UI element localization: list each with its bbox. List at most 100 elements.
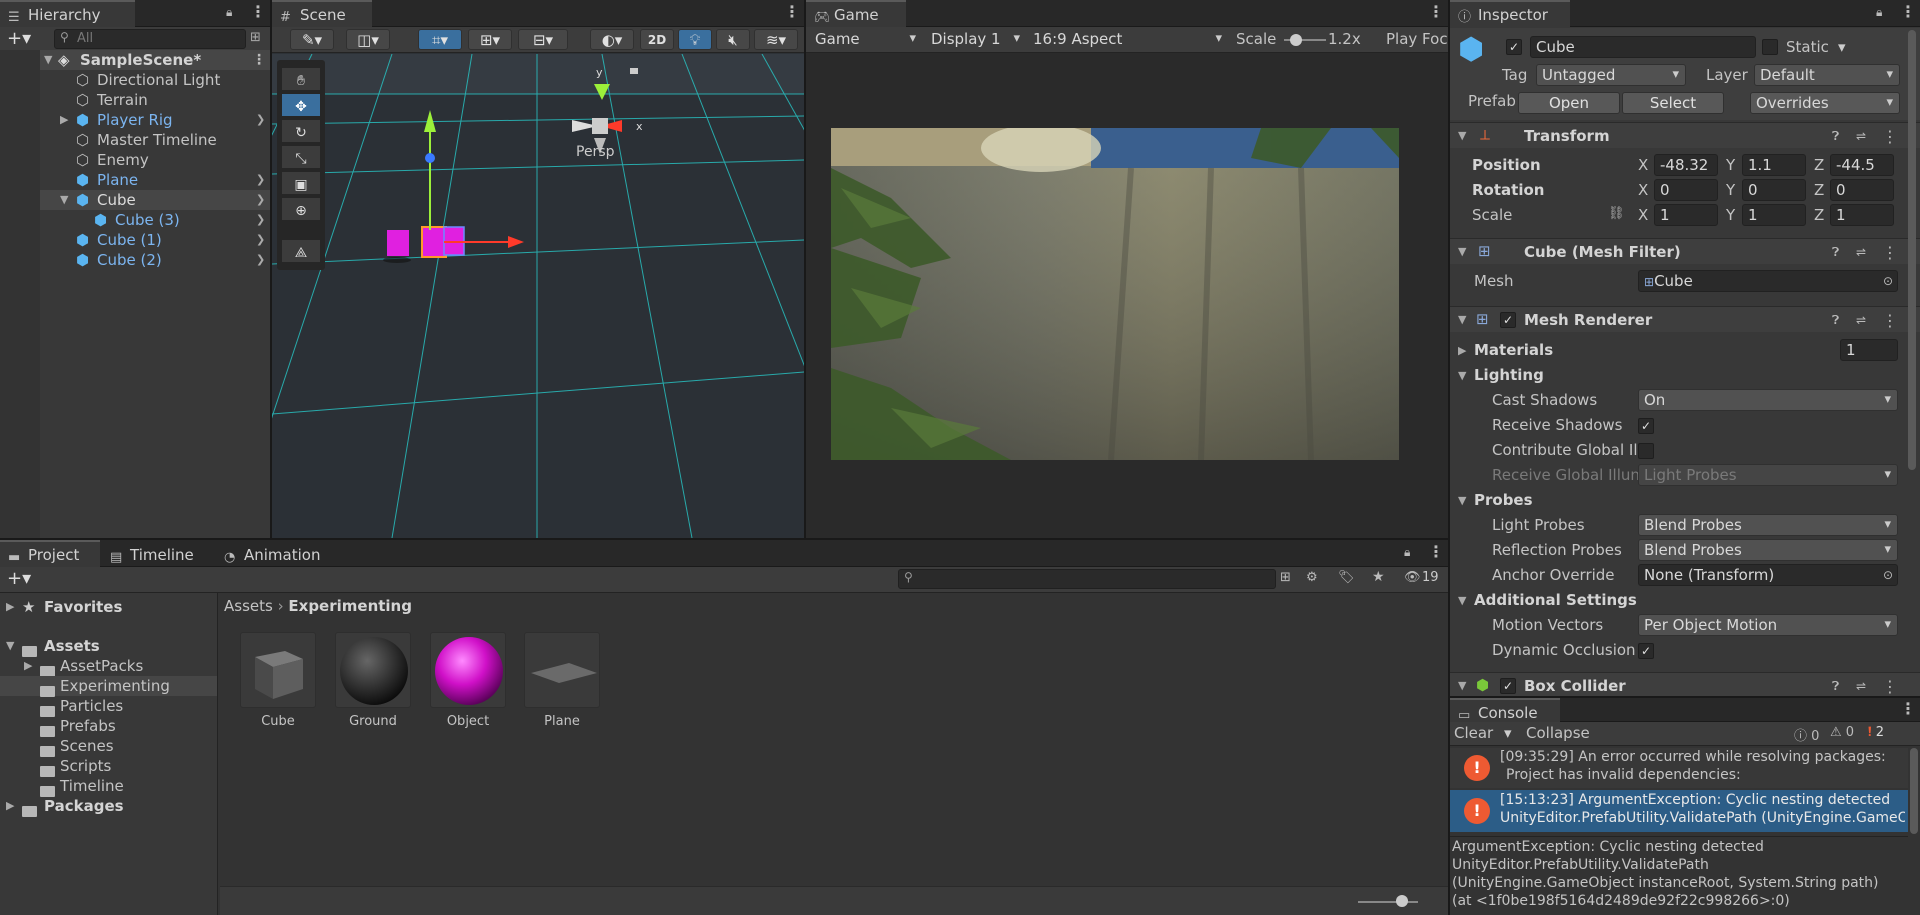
hidden-packages-icon[interactable]: 👁︎ [1404,570,1421,585]
static-checkbox[interactable] [1762,39,1778,55]
hierarchy-item[interactable]: ⬡ Enemy [0,150,270,170]
create-icon[interactable]: +▾ [7,568,31,589]
snap-increment-button[interactable]: ⊞▾ [468,29,512,50]
folder-row[interactable]: Particles [0,696,217,717]
component-menu-icon[interactable]: ⋮ [1882,677,1898,696]
anchor-override-field[interactable]: None (Transform) ⊙ [1638,564,1898,586]
breadcrumb-assets[interactable]: Assets [224,597,273,615]
box-collider-header[interactable]: ▼ ⬢ ✓ Box Collider ❓︎ ⇌ ⋮ [1450,672,1920,696]
open-prefab-arrow-icon[interactable]: ❯ [256,190,265,210]
tab-game[interactable]: 🎮︎ Game [806,0,906,27]
asset-ground[interactable] [335,632,411,708]
transform-header[interactable]: ▼ ⟂ Transform ❓︎ ⇌ ⋮ [1450,122,1920,148]
asset-object[interactable] [430,632,506,708]
tab-animation[interactable]: ◔ Animation [216,542,336,569]
packages-row[interactable]: ▶ Packages [0,796,217,817]
console-scrollbar[interactable] [1910,748,1918,834]
hierarchy-item[interactable]: ⬡ Directional Light [0,70,270,90]
mesh-renderer-header[interactable]: ▼ ⊞ ✓ Mesh Renderer ❓︎ ⇌ ⋮ [1450,306,1920,332]
motion-vectors-dropdown[interactable]: Per Object Motion [1638,614,1898,636]
receive-shadows-checkbox[interactable]: ✓ [1638,418,1654,434]
rotation-y-field[interactable]: 0 [1742,179,1806,201]
breadcrumb-experimenting[interactable]: Experimenting [288,597,412,615]
search-options-icon[interactable]: ⊞ [250,30,261,45]
active-checkbox[interactable]: ✓ [1506,39,1522,55]
audio-toggle-button[interactable]: 🔇︎ [716,29,750,50]
inspector-kebab-icon[interactable]: ⋮ [1900,2,1916,21]
project-kebab-icon[interactable]: ⋮ [1428,542,1444,561]
scale-z-field[interactable]: 1 [1830,204,1894,226]
folder-row[interactable]: Timeline [0,776,217,797]
clear-options-icon[interactable]: ▾ [1504,724,1512,742]
open-prefab-arrow-icon[interactable]: ❯ [256,250,265,270]
position-y-field[interactable]: 1.1 [1742,154,1806,176]
play-focused-dropdown[interactable]: Play Foc [1386,30,1448,48]
game-mode-dropdown[interactable]: Game [810,29,922,51]
component-menu-icon[interactable]: ⋮ [1882,311,1898,330]
lock-icon[interactable]: 🔒︎ [1404,545,1410,560]
collapse-arrow-icon[interactable]: ▼ [1458,129,1466,142]
rotation-z-field[interactable]: 0 [1830,179,1894,201]
hierarchy-item[interactable]: ⬢ Cube (1) ❯ [0,230,270,250]
folder-row[interactable]: Scenes [0,736,217,757]
scale-slider[interactable] [1284,34,1326,46]
label-icon[interactable]: 🏷︎ [1338,570,1355,585]
materials-count-field[interactable]: 1 [1840,339,1898,361]
inspector-scrollbar[interactable] [1908,30,1916,470]
tab-scene[interactable]: # Scene [272,0,372,27]
box-collider-enabled-checkbox[interactable]: ✓ [1500,678,1516,694]
hierarchy-item[interactable]: ⬢ Cube (3) ❯ [0,210,270,230]
help-icon[interactable]: ❓︎ [1832,313,1839,328]
collapse-arrow-icon[interactable]: ▼ [1458,494,1466,507]
console-entry[interactable]: ! [09:35:29] An error occurred while res… [1450,748,1908,788]
component-menu-icon[interactable]: ⋮ [1882,243,1898,262]
help-icon[interactable]: ❓︎ [1832,679,1839,694]
tab-project[interactable]: ▬ Project [0,540,100,567]
collapse-arrow-icon[interactable]: ▼ [60,190,68,210]
hierarchy-item[interactable]: ⬡ Terrain [0,90,270,110]
console-kebab-icon[interactable]: ⋮ [1900,699,1916,718]
scene-kebab-icon[interactable]: ⋮ [252,50,266,70]
object-name-field[interactable]: Cube [1530,36,1756,58]
open-prefab-arrow-icon[interactable]: ❯ [256,170,265,190]
assets-row[interactable]: ▼ Assets [0,636,217,657]
scene-root-row[interactable]: ▼ ◈ SampleScene* ⋮ [0,50,270,70]
overrides-dropdown[interactable]: Overrides [1750,92,1900,114]
presets-icon[interactable]: ⇌ [1856,245,1866,259]
folder-row[interactable]: Scripts [0,756,217,777]
open-prefab-arrow-icon[interactable]: ❯ [256,210,265,230]
shading-mode-button[interactable]: ◐▾ [590,29,634,50]
favorites-row[interactable]: ▶ ★ Favorites [0,597,217,617]
help-icon[interactable]: ❓︎ [1832,129,1839,144]
icon-size-slider-thumb[interactable] [1396,895,1408,907]
component-menu-icon[interactable]: ⋮ [1882,127,1898,146]
static-dropdown-icon[interactable]: ▾ [1838,38,1846,56]
expand-arrow-icon[interactable]: ▶ [1458,344,1466,357]
display-dropdown[interactable]: Display 1 [926,29,1026,51]
prefab-open-button[interactable]: Open [1518,92,1620,114]
folder-row[interactable]: ▶ AssetPacks [0,656,217,677]
log-count-toggle[interactable]: ⓘ 0 [1794,725,1819,744]
render-mode-dropdown[interactable]: ◫▾ [346,29,390,50]
favorite-star-icon[interactable]: ★ [1372,569,1385,585]
warning-count-toggle[interactable]: ⚠︎ 0 [1830,725,1854,740]
console-entry-selected[interactable]: ! [15:13:23] ArgumentException: Cyclic n… [1450,790,1908,832]
project-search-input[interactable]: ⚲ [898,569,1276,589]
collapse-arrow-icon[interactable]: ▼ [1458,245,1466,258]
hierarchy-item[interactable]: ⬢ Cube (2) ❯ [0,250,270,270]
filter-type-icon[interactable]: ⚙︎ [1306,570,1318,585]
rotation-x-field[interactable]: 0 [1654,179,1718,201]
tab-timeline[interactable]: ▤ Timeline [102,542,212,569]
search-by-type-icon[interactable]: ⊞ [1280,570,1291,585]
grid-settings-button[interactable]: ⊟▾ [518,29,568,50]
scene-kebab-icon[interactable]: ⋮ [784,2,800,21]
object-picker-icon[interactable]: ⊙ [1883,565,1893,585]
add-icon[interactable]: +▾ [7,28,31,49]
tab-inspector[interactable]: ⓘ Inspector [1450,0,1570,27]
layer-dropdown[interactable]: Default [1754,64,1900,86]
effects-toggle-button[interactable]: ≋▾ [754,29,798,50]
hierarchy-item-selected[interactable]: ▼ ⬢ Cube ❯ [0,190,270,210]
mesh-renderer-enabled-checkbox[interactable]: ✓ [1500,312,1516,328]
hierarchy-item[interactable]: ▶ ⬢ Player Rig ❯ [0,110,270,130]
collapse-arrow-icon[interactable]: ▼ [1458,679,1466,692]
